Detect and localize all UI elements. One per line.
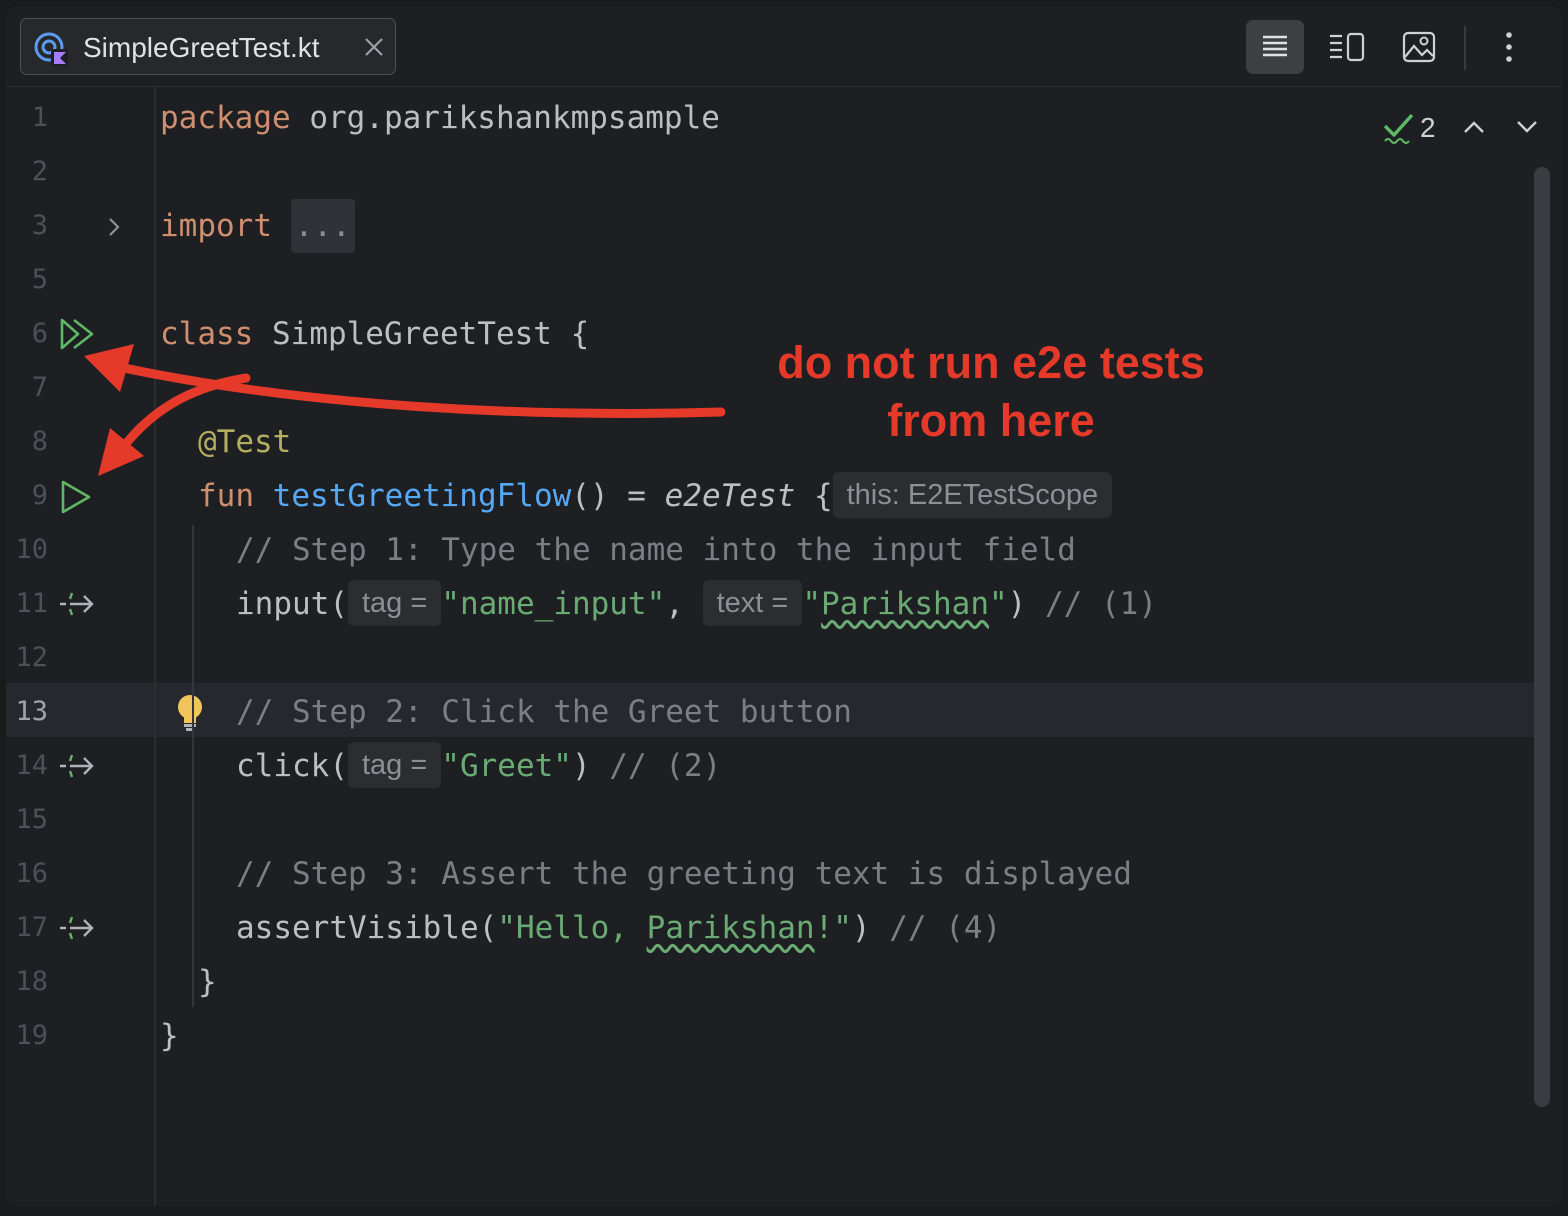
annotation-arrows [84, 344, 726, 476]
editor-window: SimpleGreetTest.kt 1 2 3 5 6 7 8 9 10 11… [6, 6, 1562, 1206]
arrow-head [84, 344, 134, 392]
